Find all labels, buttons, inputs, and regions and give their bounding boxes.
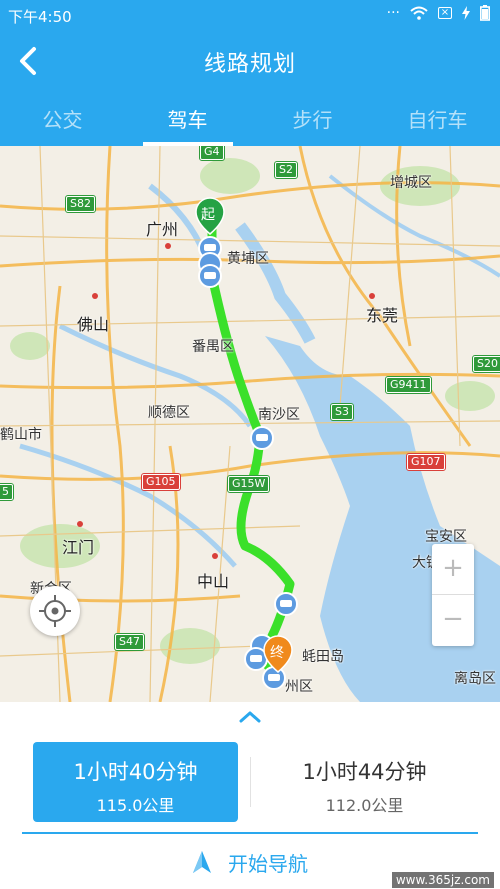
map-label-panyu: 番禺区 xyxy=(192,339,234,355)
mode-tabs: 公交 驾车 步行 自行车 xyxy=(0,92,500,146)
route-duration: 1小时44分钟 xyxy=(302,760,427,784)
zoom-control: + − xyxy=(432,544,474,646)
page-title: 线路规划 xyxy=(203,52,296,77)
route-duration: 1小时40分钟 xyxy=(73,760,198,784)
highway-shield: S3 xyxy=(330,403,354,421)
notification-dots-icon: ··· xyxy=(386,5,400,21)
route-option-2[interactable]: 1小时44分钟 112.0公里 xyxy=(262,742,467,822)
divider xyxy=(22,832,478,834)
end-marker-label: 终 xyxy=(270,645,284,661)
watermark: www.365jz.com xyxy=(391,872,494,888)
route-distance: 112.0公里 xyxy=(325,796,404,815)
tab-walk[interactable]: 步行 xyxy=(250,92,375,146)
highway-shield: G9411 xyxy=(385,376,432,394)
locate-button[interactable] xyxy=(30,586,80,636)
battery-icon xyxy=(480,5,490,21)
zoom-out-button[interactable]: − xyxy=(432,595,474,646)
map-label-qi-island: 蚝田岛 xyxy=(302,649,344,665)
chevron-up-icon[interactable] xyxy=(238,708,262,724)
route-map[interactable]: 起 终 广州 黄埔区 增城区 佛山 番禺区 东莞 顺德区 南沙区 鹤山市 江门 … xyxy=(0,146,500,702)
start-navigation-label: 开始导航 xyxy=(228,851,308,876)
start-marker-label: 起 xyxy=(201,207,215,223)
map-label-zhongshan: 中山 xyxy=(197,572,230,591)
navigation-arrow-icon xyxy=(193,851,211,873)
highway-shield: S82 xyxy=(65,195,96,213)
route-option-1[interactable]: 1小时40分钟 115.0公里 xyxy=(33,742,238,822)
highway-shield: G107 xyxy=(406,453,446,471)
status-time: 下午4:50 xyxy=(8,8,72,26)
header: 线路规划 xyxy=(0,30,500,92)
map-label-foshan: 佛山 xyxy=(77,315,110,334)
status-icons: ··· × xyxy=(387,5,490,21)
map-label-zengcheng: 增城区 xyxy=(390,175,432,191)
map-label-shunde: 顺德区 xyxy=(148,405,190,421)
tab-bike[interactable]: 自行车 xyxy=(375,92,500,146)
highway-shield: S20 xyxy=(472,355,500,373)
tab-bus[interactable]: 公交 xyxy=(0,92,125,146)
route-distance: 115.0公里 xyxy=(96,796,175,815)
map-label-heshan: 鹤山市 xyxy=(0,427,42,443)
highway-shield: G105 xyxy=(141,473,181,491)
status-bar: 下午4:50 ··· × xyxy=(0,0,500,30)
map-label-nansha: 南沙区 xyxy=(258,407,300,423)
highway-shield: G15W xyxy=(226,475,271,493)
tab-drive[interactable]: 驾车 xyxy=(125,92,250,146)
route-panel: 1小时40分钟 115.0公里 1小时44分钟 112.0公里 开始导航 www… xyxy=(0,702,500,889)
divider xyxy=(250,757,251,807)
map-label-zhou-district: 州区 xyxy=(285,679,313,695)
highway-shield: 5 xyxy=(0,483,14,501)
highway-shield: S47 xyxy=(114,633,145,651)
crosshair-icon xyxy=(39,595,71,627)
map-label-dongguan: 东莞 xyxy=(366,306,399,325)
map-label-guangzhou: 广州 xyxy=(146,220,179,239)
zoom-in-button[interactable]: + xyxy=(432,544,474,595)
map-label-huangpu: 黄埔区 xyxy=(227,251,269,267)
wifi-icon xyxy=(410,6,428,20)
highway-shield: G4 xyxy=(199,146,225,161)
map-label-jiangmen: 江门 xyxy=(62,538,95,557)
map-label-liyu: 离岛区 xyxy=(454,671,496,687)
x-box-icon: × xyxy=(438,7,452,19)
highway-shield: S2 xyxy=(274,161,298,179)
charging-icon xyxy=(462,6,470,20)
map-label-baoan: 宝安区 xyxy=(425,529,467,545)
